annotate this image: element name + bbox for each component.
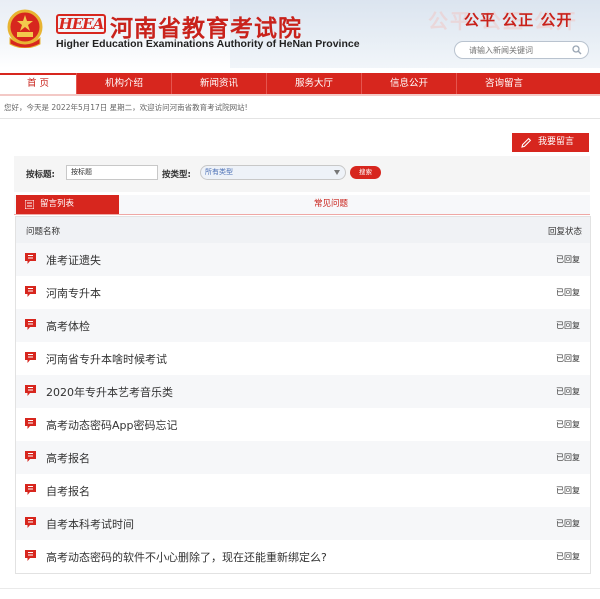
leave-message-button[interactable]: 我要留言 xyxy=(512,133,589,152)
title-filter-label: 按标题: xyxy=(26,170,55,180)
search-button[interactable]: 搜索 xyxy=(350,166,381,179)
message-tabs: 留言列表 常见问题 xyxy=(14,195,590,214)
welcome-text: 您好，今天是 2022年5月17日 星期二，欢迎访问河南省教育考试院网站! xyxy=(4,103,248,112)
table-row[interactable]: 自考报名 已回复 xyxy=(16,474,590,507)
table-row[interactable]: 2020年专升本艺考音乐类 已回复 xyxy=(16,375,590,408)
chevron-down-icon xyxy=(334,170,340,175)
question-icon xyxy=(25,550,36,561)
site-search[interactable] xyxy=(454,41,589,59)
slogan: 公平 公正 公开 xyxy=(464,11,573,29)
reply-status: 已回复 xyxy=(556,453,580,462)
table-row[interactable]: 高考体检 已回复 xyxy=(16,309,590,342)
tab-message-list-label: 留言列表 xyxy=(40,199,75,209)
filter-form: 按标题: 按标题 按类型: 所有类型 搜索 xyxy=(14,156,590,192)
reply-status: 已回复 xyxy=(556,288,580,297)
reply-status: 已回复 xyxy=(556,255,580,264)
question-icon xyxy=(25,484,36,495)
question-title[interactable]: 高考报名 xyxy=(46,450,90,466)
nav-item-consult[interactable]: 咨询留言 xyxy=(456,73,551,94)
type-filter-value: 所有类型 xyxy=(205,168,233,176)
divider xyxy=(0,118,600,119)
nav-item-about[interactable]: 机构介绍 xyxy=(76,73,171,94)
tab-faq[interactable]: 常见问题 xyxy=(314,195,348,214)
reply-status: 已回复 xyxy=(556,387,580,396)
question-icon xyxy=(25,319,36,330)
table-row[interactable]: 高考动态密码App密码忘记 已回复 xyxy=(16,408,590,441)
nav-item-disclosure[interactable]: 信息公开 xyxy=(361,73,456,94)
page-bottom-divider xyxy=(0,588,600,589)
heea-logo[interactable]: HEEA xyxy=(56,14,106,34)
question-icon xyxy=(25,451,36,462)
table-row[interactable]: 高考动态密码的软件不小心删除了，现在还能重新绑定么? 已回复 xyxy=(16,540,590,573)
question-title[interactable]: 高考体检 xyxy=(46,318,90,334)
leave-message-label: 我要留言 xyxy=(538,137,575,147)
table-header: 问题名称 回复状态 xyxy=(16,217,590,243)
reply-status: 已回复 xyxy=(556,552,580,561)
table-row[interactable]: 高考报名 已回复 xyxy=(16,441,590,474)
tab-message-list[interactable]: 留言列表 xyxy=(16,195,119,214)
column-header-status: 回复状态 xyxy=(548,227,583,237)
question-title[interactable]: 高考动态密码的软件不小心删除了，现在还能重新绑定么? xyxy=(46,549,327,565)
main-nav: 首 页 机构介绍 新闻资讯 服务大厅 信息公开 咨询留言 xyxy=(0,73,600,94)
question-title[interactable]: 准考证遗失 xyxy=(46,252,101,268)
question-title[interactable]: 河南省专升本啥时候考试 xyxy=(46,351,167,367)
nav-underline xyxy=(0,94,600,96)
question-title[interactable]: 自考本科考试时间 xyxy=(46,516,134,532)
table-row[interactable]: 河南专升本 已回复 xyxy=(16,276,590,309)
reply-status: 已回复 xyxy=(556,420,580,429)
question-icon xyxy=(25,418,36,429)
nav-item-news[interactable]: 新闻资讯 xyxy=(171,73,266,94)
title-filter-input[interactable]: 按标题 xyxy=(66,165,158,180)
nav-item-services[interactable]: 服务大厅 xyxy=(266,73,361,94)
search-icon[interactable] xyxy=(572,45,582,55)
national-emblem-icon xyxy=(7,9,43,48)
table-row[interactable]: 准考证遗失 已回复 xyxy=(16,243,590,276)
question-title[interactable]: 高考动态密码App密码忘记 xyxy=(46,417,178,433)
reply-status: 已回复 xyxy=(556,486,580,495)
site-header: HEEA 河南省教育考试院 Higher Education Examinati… xyxy=(0,0,600,68)
type-filter-select[interactable]: 所有类型 xyxy=(200,165,346,180)
edit-icon xyxy=(521,137,532,148)
reply-status: 已回复 xyxy=(556,354,580,363)
reply-status: 已回复 xyxy=(556,321,580,330)
question-icon xyxy=(25,352,36,363)
search-input[interactable] xyxy=(469,44,569,57)
reply-status: 已回复 xyxy=(556,519,580,528)
question-icon xyxy=(25,517,36,528)
table-row[interactable]: 自考本科考试时间 已回复 xyxy=(16,507,590,540)
nav-item-home[interactable]: 首 页 xyxy=(0,73,76,94)
site-title-en: Higher Education Examinations Authority … xyxy=(56,38,360,50)
type-filter-label: 按类型: xyxy=(162,170,191,180)
list-icon xyxy=(25,200,34,209)
message-table: 问题名称 回复状态 准考证遗失 已回复 河南专升本 已回复 高考体检 已回复 河南省专升本啥… xyxy=(15,216,591,574)
column-header-name: 问题名称 xyxy=(26,227,61,237)
question-title[interactable]: 河南专升本 xyxy=(46,285,101,301)
question-icon xyxy=(25,286,36,297)
question-icon xyxy=(25,385,36,396)
question-title[interactable]: 2020年专升本艺考音乐类 xyxy=(46,384,173,400)
question-title[interactable]: 自考报名 xyxy=(46,483,90,499)
table-row[interactable]: 河南省专升本啥时候考试 已回复 xyxy=(16,342,590,375)
question-icon xyxy=(25,253,36,264)
tab-underline xyxy=(14,214,590,215)
